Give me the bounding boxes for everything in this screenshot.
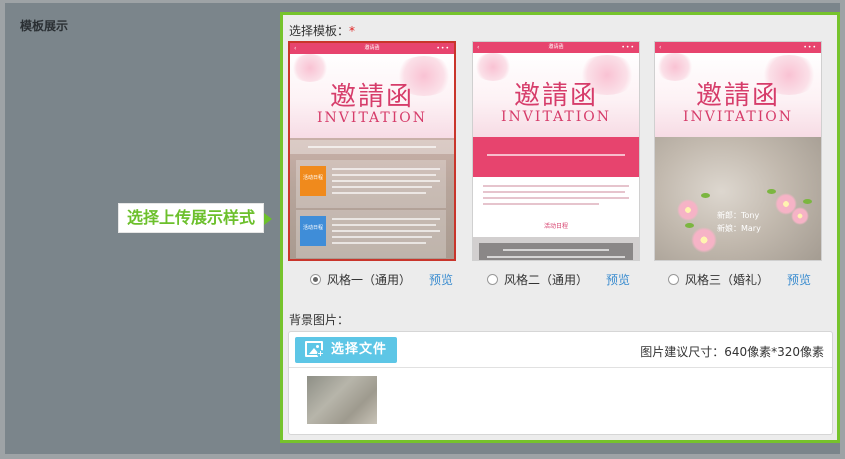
template-option-3[interactable]: 风格三（婚礼） 预览 [668,271,811,287]
template-card-2[interactable]: ‹ 邀请函 ••• 邀請函 INVITATION 活动日程 [472,41,640,261]
template-thumbnail-1[interactable]: ‹ 邀请函 ••• 邀請函 INVITATION 活动日程 活动日程 [288,41,456,261]
template-radio-1[interactable] [310,274,321,285]
template-radio-2[interactable] [487,274,498,285]
schedule-section [473,237,639,260]
phone-bar: ‹ ••• [655,42,821,53]
template-card-1[interactable]: ‹ 邀请函 ••• 邀請函 INVITATION 活动日程 活动日程 [288,41,456,261]
back-icon: ‹ [294,45,297,52]
preview-link-3[interactable]: 预览 [787,273,811,287]
text-line [332,230,440,232]
groom-name: 新郎：Tony [717,211,760,220]
text-line [483,191,625,193]
text-line [483,185,629,187]
plus-icon: + [317,349,325,358]
wedding-photo: 新郎：Tony 新娘：Mary [655,137,821,260]
leaf-decoration [701,193,710,198]
text-line [332,236,432,238]
schedule-card: 活动日程 [296,210,446,258]
section-heading: 活动日程 [543,223,568,230]
more-icon: ••• [436,45,450,52]
section-title: 模板展示 [20,19,69,33]
preview-link-1[interactable]: 预览 [429,273,453,287]
text-line [332,180,440,182]
phone-bar-title: 邀请函 [364,45,380,51]
schedule-card: 活动日程 [296,160,446,208]
couple-names: 新郎：Tony 新娘：Mary [717,209,761,235]
invitation-title: 邀請函 [513,81,598,111]
intro-section: 活动日程 [473,177,639,237]
text-line [332,192,426,194]
flower-decoration [791,207,809,225]
choose-file-button[interactable]: + 选择文件 [295,337,397,363]
leaf-decoration [803,199,812,204]
preview-link-2[interactable]: 预览 [606,273,630,287]
text-line [332,224,436,226]
invitation-title: 邀請函 [329,82,414,112]
back-icon: ‹ [477,44,480,51]
phone-bar: ‹ 邀请函 ••• [290,43,454,54]
bride-name: 新娘：Mary [717,224,761,233]
template-body: 活动日程 活动日程 [290,138,454,259]
background-field-label: 背景图片： [289,313,350,327]
back-icon: ‹ [659,44,662,51]
phone-bar-title: 邀请函 [548,44,564,50]
template-field-label: 选择模板：* [289,22,355,39]
schedule-tag: 活动日程 [300,216,326,246]
callout-label: 选择上传展示样式 [118,203,273,233]
template-option-2[interactable]: 风格二（通用） 预览 [487,271,630,287]
leaf-decoration [685,223,694,228]
invitation-title: 邀請函 [695,81,780,111]
text-line [308,146,436,148]
invitation-hero: 邀請函 INVITATION [473,53,639,137]
flower-decoration [691,227,717,253]
template-option-label: 风格一（通用） [327,273,412,287]
phone-bar: ‹ 邀请函 ••• [473,42,639,53]
template-list: ‹ 邀请函 ••• 邀請函 INVITATION 活动日程 活动日程 ‹ 邀请函… [288,41,836,291]
template-option-label: 风格三（婚礼） [685,273,770,287]
text-line [332,218,440,220]
text-line [487,256,625,258]
image-size-hint: 图片建议尺寸：640像素*320像素 [640,345,824,359]
text-line [487,154,625,156]
invitation-subtitle: INVITATION [501,109,611,125]
pink-band [473,137,639,177]
text-line [332,242,426,244]
template-panel: 选择模板：* ‹ 邀请函 ••• 邀請函 INVITATION 活动日程 活动日… [280,12,840,443]
text-line [483,203,599,205]
template-option-1[interactable]: 风格一（通用） 预览 [310,271,453,287]
template-label-text: 选择模板： [289,24,350,38]
choose-file-label: 选择文件 [331,342,388,357]
template-radio-3[interactable] [668,274,679,285]
leaf-decoration [767,189,776,194]
text-line [483,197,629,199]
upload-toolbar: + 选择文件 图片建议尺寸：640像素*320像素 [289,332,832,368]
schedule-tag: 活动日程 [300,166,326,196]
text-line [332,174,436,176]
schedule-card [479,243,633,260]
template-thumbnail-2[interactable]: ‹ 邀请函 ••• 邀請函 INVITATION 活动日程 [472,41,640,261]
template-thumbnail-3[interactable]: ‹ ••• 邀請函 INVITATION 新郎：Tony 新娘：Mary [654,41,822,261]
text-line [332,168,440,170]
background-upload-box: + 选择文件 图片建议尺寸：640像素*320像素 [288,331,833,435]
invitation-subtitle: INVITATION [317,110,427,126]
more-icon: ••• [621,44,635,51]
invitation-hero: 邀請函 INVITATION [655,53,821,137]
invitation-hero: 邀請函 INVITATION [290,54,454,138]
template-card-3[interactable]: ‹ ••• 邀請函 INVITATION 新郎：Tony 新娘：Mary [654,41,822,261]
flower-decoration [677,199,699,221]
invitation-subtitle: INVITATION [683,109,793,125]
required-mark: * [349,24,356,38]
uploaded-image-thumbnail[interactable] [307,376,377,424]
text-line [332,186,432,188]
text-line [503,249,609,251]
template-option-label: 风格二（通用） [504,273,589,287]
more-icon: ••• [803,44,817,51]
